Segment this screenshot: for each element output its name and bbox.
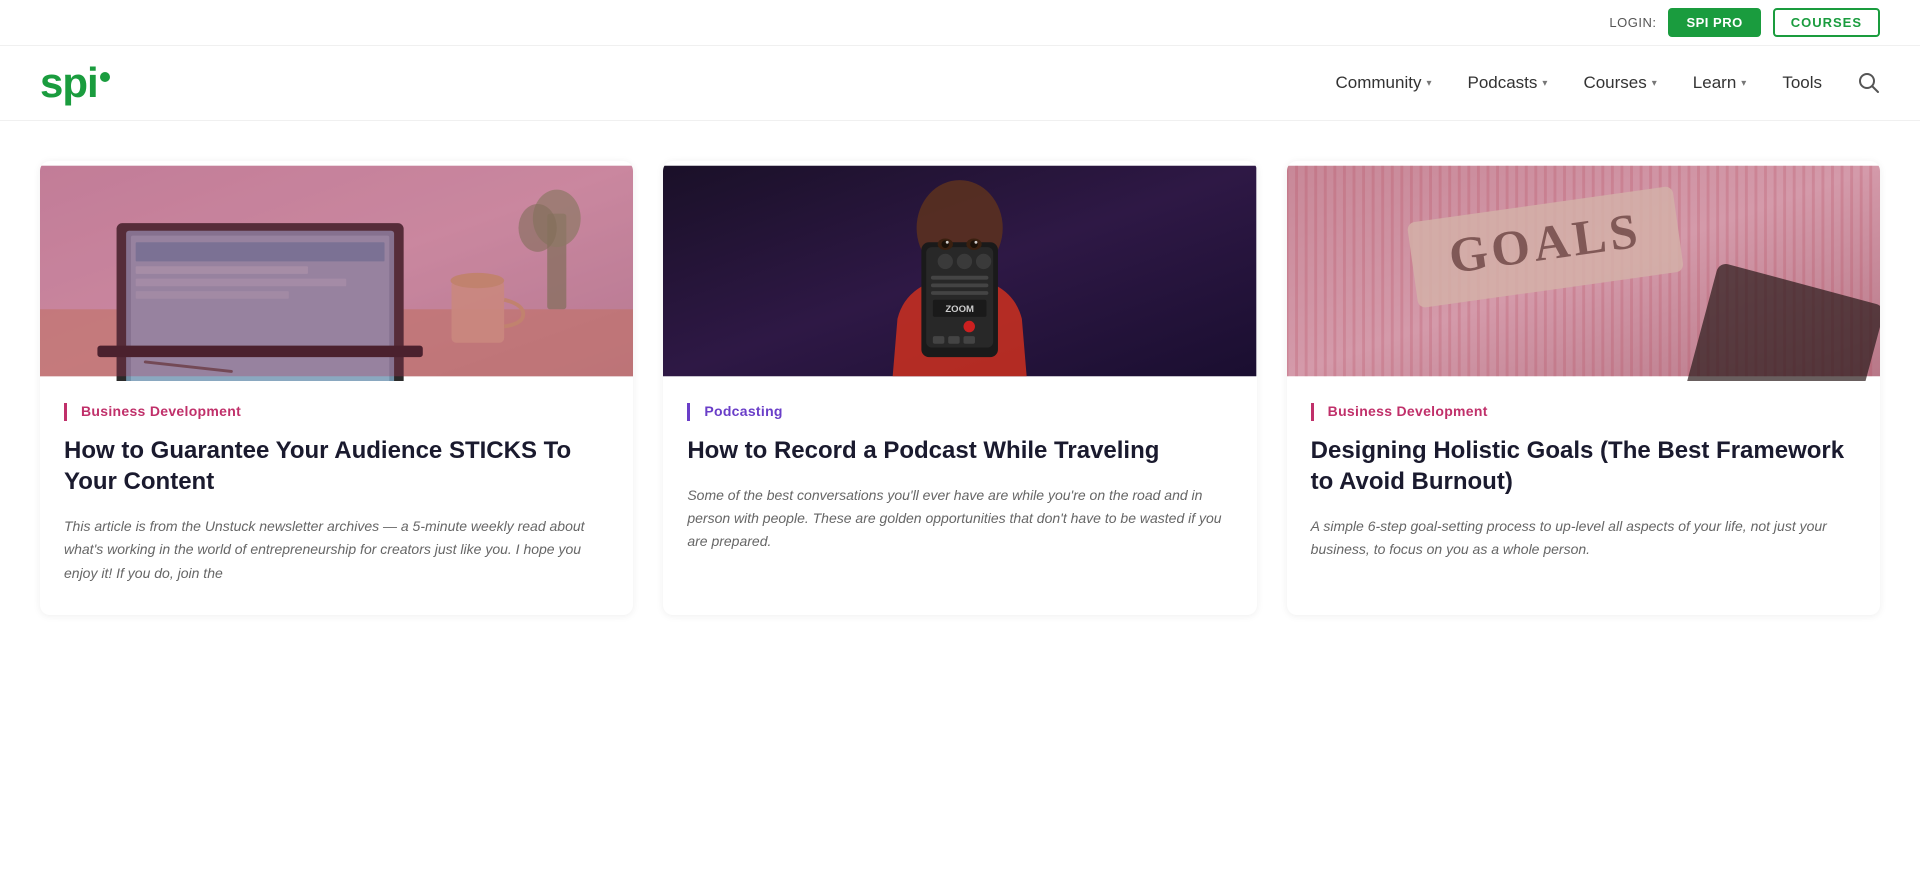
- card-image-2: ZOOM: [663, 161, 1256, 381]
- card-excerpt-1: This article is from the Unstuck newslet…: [64, 515, 609, 584]
- card-excerpt-2: Some of the best conversations you'll ev…: [687, 484, 1232, 553]
- card-article-3[interactable]: GOALS Business Development Designing Hol…: [1287, 161, 1880, 615]
- chevron-down-icon: ▾: [1426, 78, 1431, 89]
- chevron-down-icon: ▾: [1542, 78, 1547, 89]
- card-article-2[interactable]: ZOOM Podcasting How to Record: [663, 161, 1256, 615]
- card-title-3: Designing Holistic Goals (The Best Frame…: [1311, 435, 1856, 497]
- login-label: LOGIN:: [1609, 15, 1656, 30]
- nav-item-tools[interactable]: Tools: [1782, 73, 1822, 93]
- nav-menu: Community ▾ Podcasts ▾ Courses ▾ Learn ▾…: [1335, 72, 1880, 94]
- card-body-3: Business Development Designing Holistic …: [1287, 381, 1880, 592]
- card-excerpt-3: A simple 6-step goal-setting process to …: [1311, 515, 1856, 561]
- chevron-down-icon: ▾: [1652, 78, 1657, 89]
- category-border-3: Business Development: [1311, 403, 1856, 421]
- card-title-2: How to Record a Podcast While Traveling: [687, 435, 1232, 466]
- card-body-2: Podcasting How to Record a Podcast While…: [663, 381, 1256, 583]
- card-image-1: [40, 161, 633, 381]
- card-category-3: Business Development: [1328, 403, 1488, 419]
- card-image-3: GOALS: [1287, 161, 1880, 381]
- nav-item-learn[interactable]: Learn ▾: [1693, 73, 1747, 93]
- card-title-1: How to Guarantee Your Audience STICKS To…: [64, 435, 609, 497]
- logo-dot: [100, 72, 110, 82]
- spi-pro-button[interactable]: SPI PRO: [1668, 8, 1760, 37]
- card-article-1[interactable]: Business Development How to Guarantee Yo…: [40, 161, 633, 615]
- card-body-1: Business Development How to Guarantee Yo…: [40, 381, 633, 615]
- main-navigation: spi Community ▾ Podcasts ▾ Courses ▾ Lea…: [0, 46, 1920, 121]
- header-top-bar: LOGIN: SPI PRO COURSES: [0, 0, 1920, 46]
- card-category-2: Podcasting: [704, 403, 782, 419]
- search-icon[interactable]: [1858, 72, 1880, 94]
- svg-text:ZOOM: ZOOM: [946, 304, 975, 315]
- article-cards-section: Business Development How to Guarantee Yo…: [0, 121, 1920, 615]
- chevron-down-icon: ▾: [1741, 78, 1746, 89]
- courses-button[interactable]: COURSES: [1773, 8, 1880, 37]
- nav-item-podcasts[interactable]: Podcasts ▾: [1467, 73, 1547, 93]
- nav-item-community[interactable]: Community ▾: [1335, 73, 1431, 93]
- category-border-1: Business Development: [64, 403, 609, 421]
- nav-item-courses[interactable]: Courses ▾: [1583, 73, 1656, 93]
- site-logo[interactable]: spi: [40, 62, 110, 104]
- category-border-2: Podcasting: [687, 403, 1232, 421]
- card-category-1: Business Development: [81, 403, 241, 419]
